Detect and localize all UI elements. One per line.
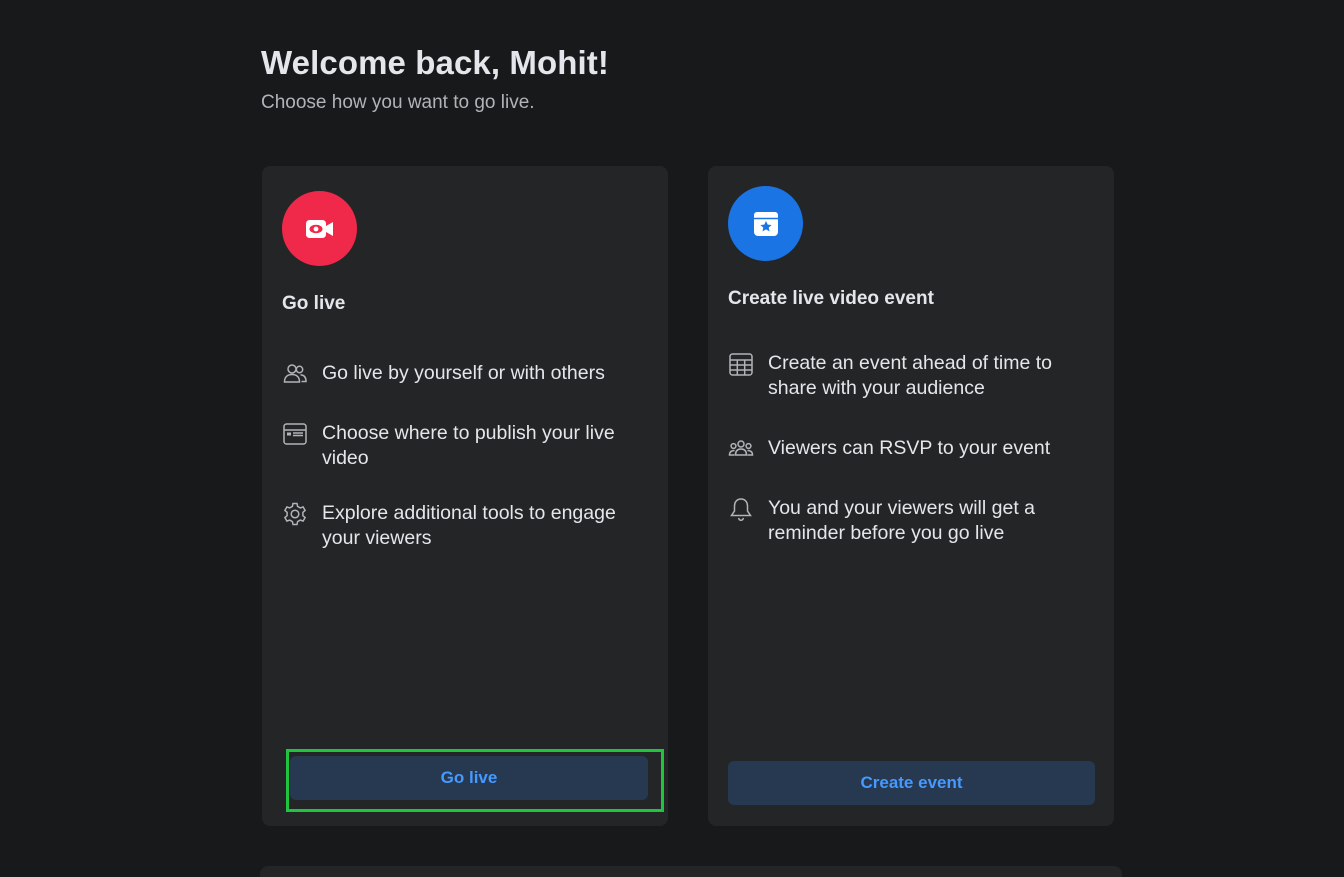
feature-text: Explore additional tools to engage your … <box>322 502 616 549</box>
page-title: Welcome back, Mohit! <box>261 44 609 81</box>
create-event-button[interactable]: Create event <box>728 761 1095 805</box>
feature-text: Choose where to publish your live video <box>322 422 615 469</box>
browser-window-icon <box>282 421 308 447</box>
feature-text: Create an event ahead of time to share w… <box>768 352 1053 399</box>
next-section-card <box>260 866 1122 877</box>
calendar-grid-icon <box>728 351 754 377</box>
page-subtitle: Choose how you want to go live. <box>261 92 535 113</box>
people-icon <box>282 361 308 387</box>
page-header: Welcome back, Mohit! Choose how you want… <box>261 44 609 114</box>
feature-item: You and your viewers will get a reminder… <box>728 496 1096 546</box>
go-live-button[interactable]: Go live <box>290 756 648 800</box>
feature-item: Go live by yourself or with others <box>282 361 650 387</box>
feature-text: Go live by yourself or with others <box>322 362 605 384</box>
gear-icon <box>282 501 308 527</box>
go-live-card-title: Go live <box>282 293 346 314</box>
go-live-page: Welcome back, Mohit! Choose how you want… <box>0 0 1344 877</box>
feature-text: You and your viewers will get a reminder… <box>768 497 1036 544</box>
feature-item: Create an event ahead of time to share w… <box>728 351 1096 401</box>
feature-item: Choose where to publish your live video <box>282 421 650 471</box>
feature-item: Viewers can RSVP to your event <box>728 436 1096 462</box>
create-event-card: Create live video event Create an event … <box>708 166 1114 826</box>
video-camera-icon <box>282 191 357 266</box>
create-event-card-title: Create live video event <box>728 288 934 309</box>
calendar-star-icon <box>728 186 803 261</box>
go-live-card: Go live Go live by yourself or with othe… <box>262 166 668 826</box>
feature-item: Explore additional tools to engage your … <box>282 501 650 551</box>
feature-text: Viewers can RSVP to your event <box>768 437 1051 459</box>
bell-icon <box>728 496 754 522</box>
group-icon <box>728 436 754 462</box>
